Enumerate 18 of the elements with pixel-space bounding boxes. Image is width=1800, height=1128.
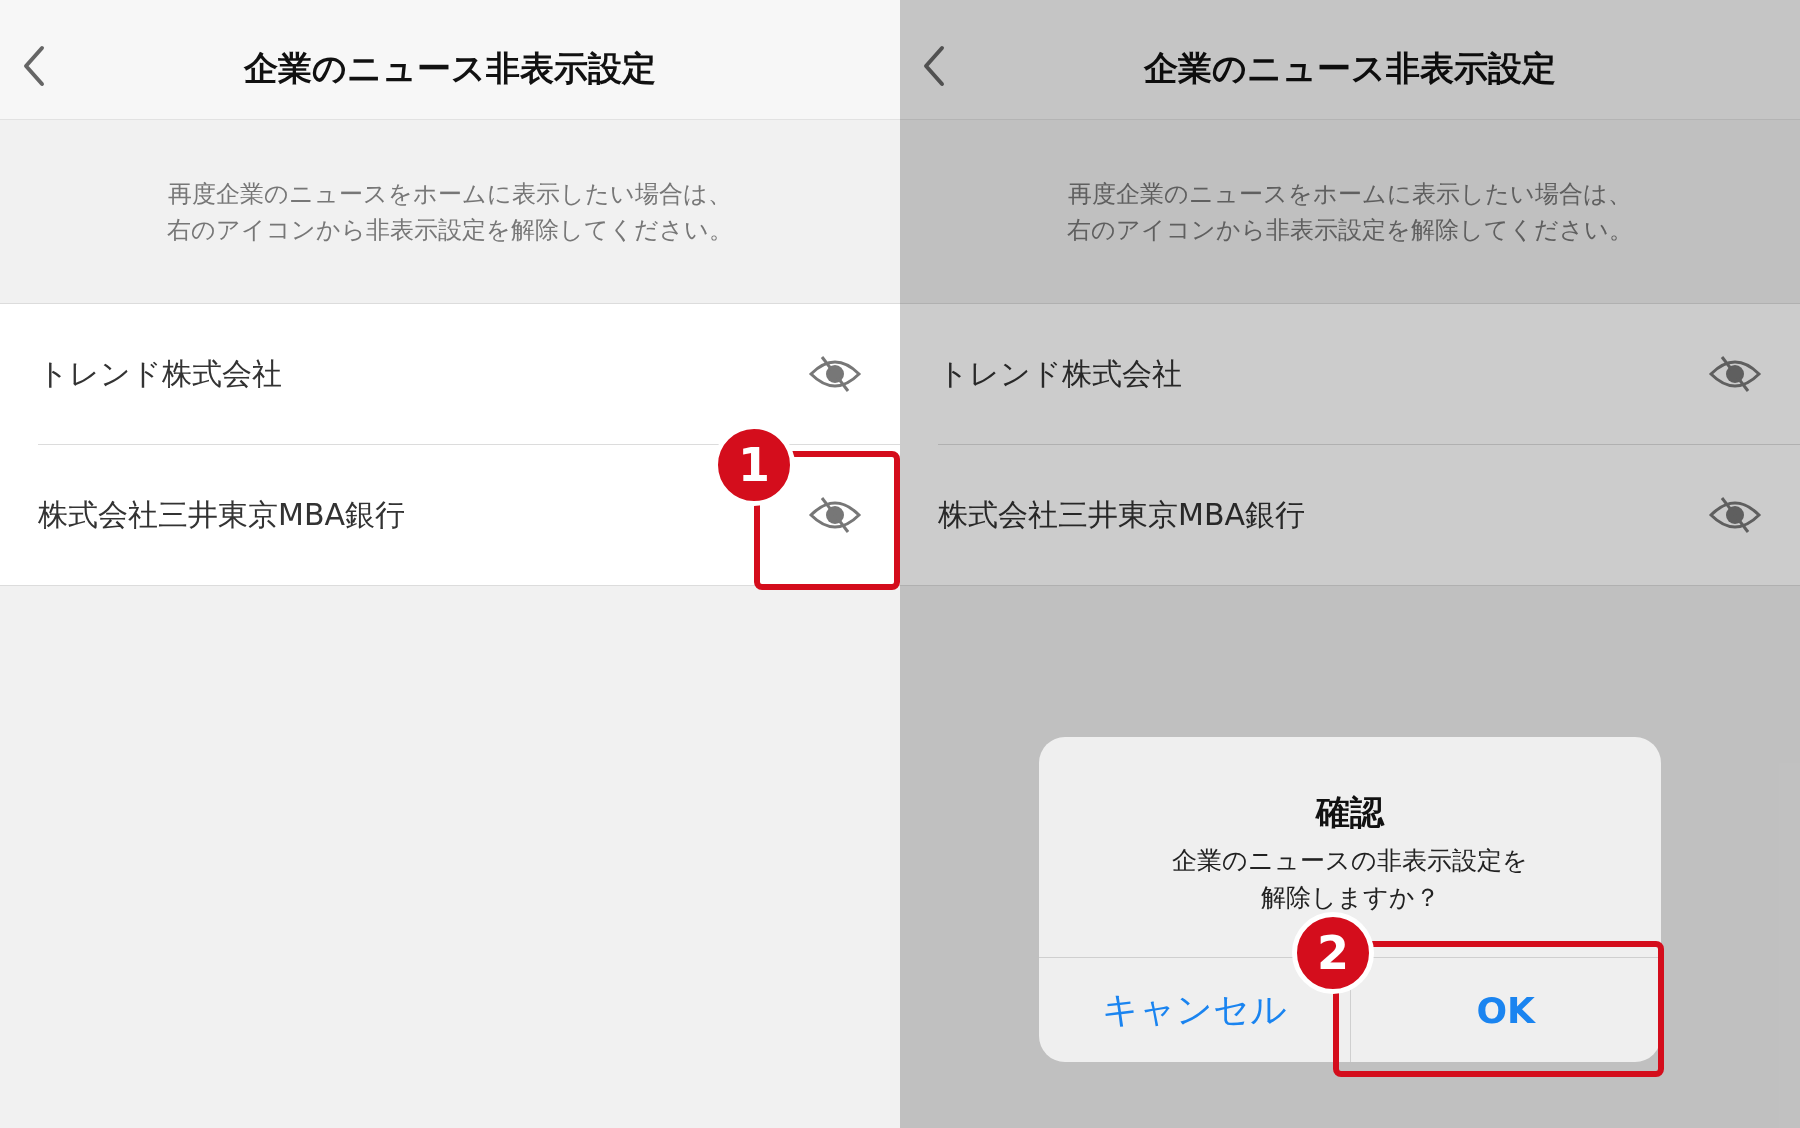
eye-slash-icon — [1708, 495, 1762, 535]
company-name: トレンド株式会社 — [938, 354, 1182, 393]
eye-slash-icon — [1708, 354, 1762, 394]
eye-slash-icon — [808, 354, 862, 394]
page-title: 企業のニュース非表示設定 — [1144, 46, 1556, 90]
instruction-text: 再度企業のニュースをホームに表示したい場合は、 右のアイコンから非表示設定を解除してください。 — [1067, 178, 1633, 246]
company-name: 株式会社三井東京MBA銀行 — [938, 495, 1305, 534]
unhide-button[interactable] — [808, 495, 862, 535]
instruction-text: 再度企業のニュースをホームに表示したい場合は、 右のアイコンから非表示設定を解除してください。 — [167, 178, 733, 246]
dialog-title: 確認 — [1316, 791, 1384, 834]
unhide-button[interactable] — [1708, 495, 1762, 535]
company-name: トレンド株式会社 — [38, 354, 282, 393]
page-title: 企業のニュース非表示設定 — [244, 46, 656, 90]
company-name: 株式会社三井東京MBA銀行 — [38, 495, 405, 534]
unhide-button[interactable] — [808, 354, 862, 394]
unhide-button[interactable] — [1708, 354, 1762, 394]
dialog-message: 企業のニュースの非表示設定を 解除しますか？ — [1172, 845, 1528, 914]
eye-slash-icon — [808, 495, 862, 535]
